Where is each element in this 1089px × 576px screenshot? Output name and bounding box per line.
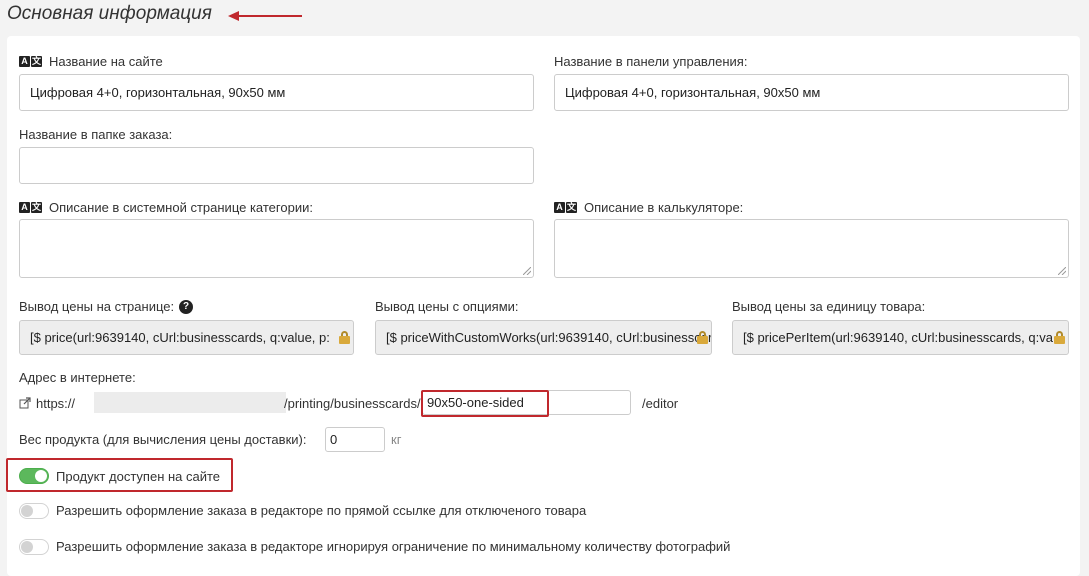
translate-icon[interactable]: A文 [554, 202, 578, 213]
price-page-label: Вывод цены на странице: ? [19, 299, 194, 314]
price-page-input[interactable]: [$ price(url:9639140, cUrl:businesscards… [19, 320, 354, 355]
ignore-min-photos-label: Разрешить оформление заказа в редакторе … [56, 539, 731, 554]
price-item-input[interactable]: [$ pricePerItem(url:9639140, cUrl:busine… [732, 320, 1069, 355]
url-path: /printing/businesscards/ [284, 396, 421, 411]
price-item-value: [$ pricePerItem(url:9639140, cUrl:busine… [743, 330, 1053, 345]
direct-link-toggle[interactable] [19, 503, 49, 519]
highlight-slug [421, 390, 549, 417]
admin-name-label: Название в панели управления: [554, 54, 748, 69]
price-options-input[interactable]: [$ priceWithCustomWorks(url:9639140, cUr… [375, 320, 712, 355]
site-name-label-text: Название на сайте [49, 54, 163, 69]
category-desc-label-text: Описание в системной странице категории: [49, 200, 313, 215]
ignore-min-photos-toggle[interactable] [19, 539, 49, 555]
url-row: https:// /printing/businesscards/ /edito… [19, 390, 699, 416]
weight-input[interactable] [325, 427, 385, 452]
price-options-label: Вывод цены с опциями: [375, 299, 519, 314]
section-title: Основная информация [7, 3, 212, 24]
lock-icon [1054, 331, 1065, 344]
category-desc-label: A文 Описание в системной странице категор… [19, 200, 313, 215]
site-name-label: A文 Название на сайте [19, 54, 163, 69]
price-options-value: [$ priceWithCustomWorks(url:9639140, cUr… [386, 330, 712, 345]
price-page-label-text: Вывод цены на странице: [19, 299, 175, 314]
external-link-icon[interactable] [19, 397, 31, 409]
available-toggle[interactable] [19, 468, 49, 484]
calc-desc-label-text: Описание в калькуляторе: [584, 200, 744, 215]
translate-icon[interactable]: A文 [19, 56, 43, 67]
help-icon[interactable]: ? [179, 299, 194, 314]
category-desc-textarea[interactable] [19, 219, 534, 278]
price-page-value: [$ price(url:9639140, cUrl:businesscards… [30, 330, 330, 345]
price-item-label: Вывод цены за единицу товара: [732, 299, 926, 314]
calc-desc-textarea[interactable] [554, 219, 1069, 278]
lock-icon [697, 331, 708, 344]
direct-link-label: Разрешить оформление заказа в редакторе … [56, 503, 587, 518]
translate-icon[interactable]: A文 [19, 202, 43, 213]
folder-name-label: Название в папке заказа: [19, 127, 173, 142]
arrow-left-icon [228, 11, 302, 21]
weight-unit: кг [391, 432, 402, 447]
available-label: Продукт доступен на сайте [56, 469, 221, 484]
main-info-card: A文 Название на сайте Название в панели у… [6, 36, 1080, 576]
folder-name-input[interactable] [19, 147, 534, 184]
admin-name-input[interactable] [554, 74, 1069, 111]
calc-desc-label: A文 Описание в калькуляторе: [554, 200, 743, 215]
url-prefix: https:// [36, 396, 76, 411]
weight-label: Вес продукта (для вычисления цены достав… [19, 432, 307, 447]
url-label: Адрес в интернете: [19, 370, 136, 385]
site-name-input[interactable] [19, 74, 534, 111]
url-domain-redacted [94, 392, 286, 413]
resize-grip-icon[interactable] [523, 267, 531, 275]
resize-grip-icon[interactable] [1058, 267, 1066, 275]
lock-icon [339, 331, 350, 344]
url-suffix: /editor [642, 396, 679, 411]
